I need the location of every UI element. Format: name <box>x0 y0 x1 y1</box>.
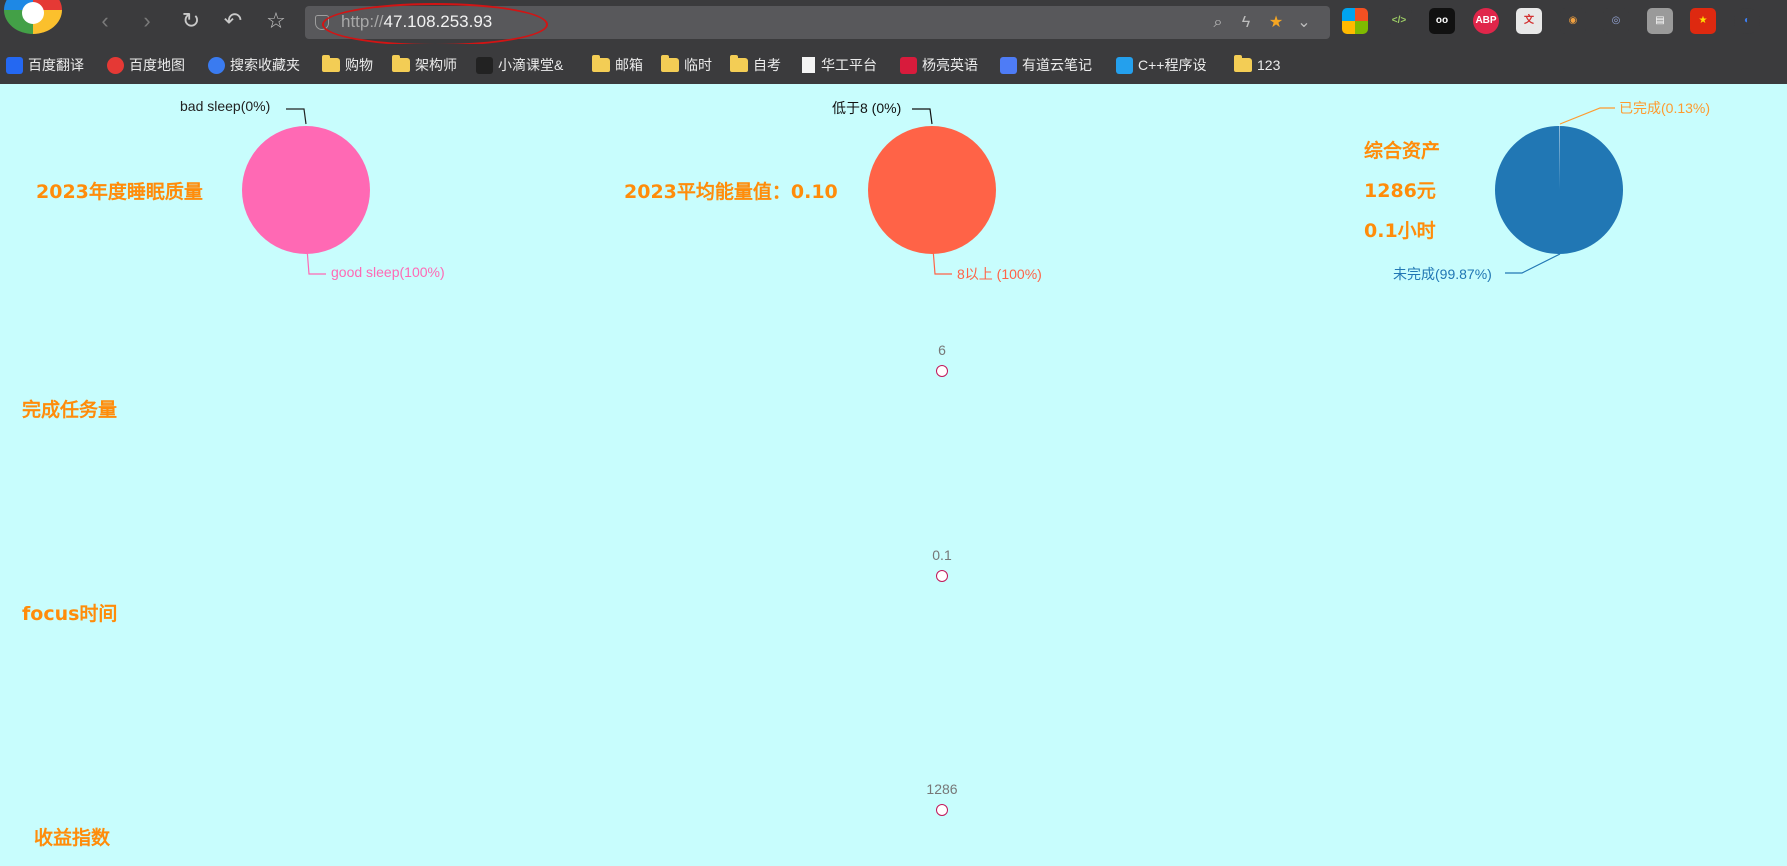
browser-logo-icon[interactable] <box>4 0 62 34</box>
back-icon[interactable]: ‹ <box>90 6 120 36</box>
adblock-extension[interactable]: ABP <box>1473 8 1499 34</box>
bookmark-item[interactable]: 架构师 <box>392 54 457 76</box>
assets-slice-1[interactable] <box>1495 126 1623 254</box>
energy-pie-chart <box>868 126 996 254</box>
bookmark-label: 小滴课堂& <box>498 57 564 73</box>
folder-icon <box>392 55 410 72</box>
zoom-icon[interactable]: ⌕ <box>1207 12 1229 34</box>
bookmark-label: C++程序设 <box>1138 57 1207 73</box>
code-extension[interactable]: </> <box>1386 8 1412 34</box>
forward-icon[interactable]: › <box>132 6 162 36</box>
energy-slice-label-low: 低于8 (0%) <box>832 100 902 116</box>
lightning-icon[interactable]: ϟ <box>1235 12 1257 34</box>
bookmark-label: 购物 <box>345 57 373 73</box>
windows-grid-extension[interactable] <box>1342 8 1368 34</box>
bookmark-label: 架构师 <box>415 57 457 73</box>
bookmark-label: 123 <box>1257 57 1281 73</box>
bookmark-item[interactable]: 自考 <box>730 54 781 76</box>
bookmark-item[interactable]: 临时 <box>661 54 712 76</box>
spy-extension[interactable]: ◎ <box>1603 8 1629 34</box>
address-bar[interactable]: http://47.108.253.93 ⌕ ϟ ★ ⌄ <box>305 6 1330 39</box>
china-flag-extension[interactable]: ★ <box>1690 8 1716 34</box>
bookmark-item[interactable]: 华工平台 <box>802 54 877 76</box>
site-icon <box>900 56 917 74</box>
income-point[interactable] <box>936 804 948 816</box>
folder-icon <box>730 55 748 72</box>
bookmark-item[interactable]: 邮箱 <box>592 54 643 76</box>
bookmark-item[interactable]: 百度地图 <box>107 54 185 76</box>
tasks-point[interactable] <box>936 365 948 377</box>
income-point-label: 1286 <box>926 781 958 797</box>
assets-pie-chart <box>1495 125 1623 254</box>
bookmark-label: 百度地图 <box>129 57 185 73</box>
energy-slice-1[interactable] <box>868 126 996 254</box>
bookmark-label: 邮箱 <box>615 57 643 73</box>
bookmark-item[interactable]: 杨亮英语 <box>900 54 978 76</box>
energy-slice-label-high: 8以上 (100%) <box>957 266 1042 282</box>
assets-amount: 1286元 <box>1364 180 1436 202</box>
tasks-title: 完成任务量 <box>22 399 118 421</box>
browser-toolbar: ‹ › ↻ ↶ ☆ http://47.108.253.93 ⌕ ϟ ★ ⌄ <… <box>0 0 1787 46</box>
assets-hours: 0.1小时 <box>1364 220 1436 242</box>
bookmark-label: 有道云笔记 <box>1022 57 1092 73</box>
url-field[interactable]: http://47.108.253.93 <box>341 12 492 32</box>
bookmark-label: 临时 <box>684 57 712 73</box>
bookmark-label: 百度翻译 <box>28 57 84 73</box>
star-icon <box>208 56 225 74</box>
sleep-slice-1[interactable] <box>242 126 370 254</box>
folder-icon <box>322 55 340 72</box>
shield-icon[interactable] <box>315 15 329 30</box>
map-pin-icon <box>107 56 124 74</box>
income-title: 收益指数 <box>34 827 111 849</box>
sleep-pie-chart <box>242 126 370 254</box>
bookmark-label: 自考 <box>753 57 781 73</box>
assets-pie-leaders <box>1505 107 1615 274</box>
focus-point[interactable] <box>936 570 948 582</box>
focus-point-label: 0.1 <box>932 547 952 563</box>
reader-extension[interactable]: ▤ <box>1647 8 1673 34</box>
folder-icon <box>661 55 679 72</box>
url-host: 47.108.253.93 <box>383 12 493 31</box>
tasks-point-label: 6 <box>938 342 946 358</box>
document-icon <box>802 57 815 73</box>
reload-icon[interactable]: ↻ <box>176 6 206 36</box>
bookmarks-bar: 百度翻译 百度地图 搜索收藏夹 购物 架构师 小滴课堂& 邮箱 临时 自考 华工平台 杨亮英语 有道云… <box>0 44 1787 84</box>
bookmark-item[interactable]: 有道云笔记 <box>1000 54 1092 76</box>
bookmark-item[interactable]: 小滴课堂& <box>476 54 563 76</box>
sleep-slice-label-good: good sleep(100%) <box>331 264 445 280</box>
chevron-down-icon[interactable]: ⌄ <box>1293 12 1315 34</box>
translator-extension[interactable]: 文 <box>1516 8 1542 34</box>
sync-extension[interactable]: ◐ <box>1734 8 1760 34</box>
folder-icon <box>1234 55 1252 72</box>
bookmark-label: 搜索收藏夹 <box>230 57 300 73</box>
monkey-extension[interactable]: ◉ <box>1560 8 1586 34</box>
dashboard-page: 2023年度睡眠质量 bad sleep(0%) good sleep(100%… <box>0 84 1787 866</box>
folder-icon <box>592 55 610 72</box>
bookmark-item[interactable]: C++程序设 <box>1116 54 1206 76</box>
bookmark-star-icon[interactable]: ☆ <box>261 6 291 36</box>
assets-slice-label-todo: 未完成(99.87%) <box>1393 266 1492 282</box>
focus-title: focus时间 <box>22 603 118 625</box>
assets-slice-label-done: 已完成(0.13%) <box>1619 100 1711 116</box>
undo-icon[interactable]: ↶ <box>218 6 248 36</box>
site-icon <box>476 56 493 74</box>
sleep-slice-label-bad: bad sleep(0%) <box>180 98 271 114</box>
assets-title: 综合资产 <box>1364 140 1441 162</box>
bookmark-item[interactable]: 购物 <box>322 54 373 76</box>
bookmark-label: 杨亮英语 <box>922 57 978 73</box>
url-scheme: http:// <box>341 12 384 31</box>
note-icon <box>1000 56 1017 74</box>
site-icon <box>1116 56 1133 74</box>
bookmark-label: 华工平台 <box>821 57 877 73</box>
favorite-star-icon[interactable]: ★ <box>1265 12 1287 34</box>
bookmark-item[interactable]: 123 <box>1234 54 1280 76</box>
bookmark-item[interactable]: 搜索收藏夹 <box>208 54 300 76</box>
bookmark-item[interactable]: 百度翻译 <box>6 54 84 76</box>
energy-title: 2023平均能量值：0.10 <box>624 181 838 203</box>
translate-icon <box>6 56 23 74</box>
sleep-quality-title: 2023年度睡眠质量 <box>36 181 203 203</box>
owl-extension[interactable]: oo <box>1429 8 1455 34</box>
